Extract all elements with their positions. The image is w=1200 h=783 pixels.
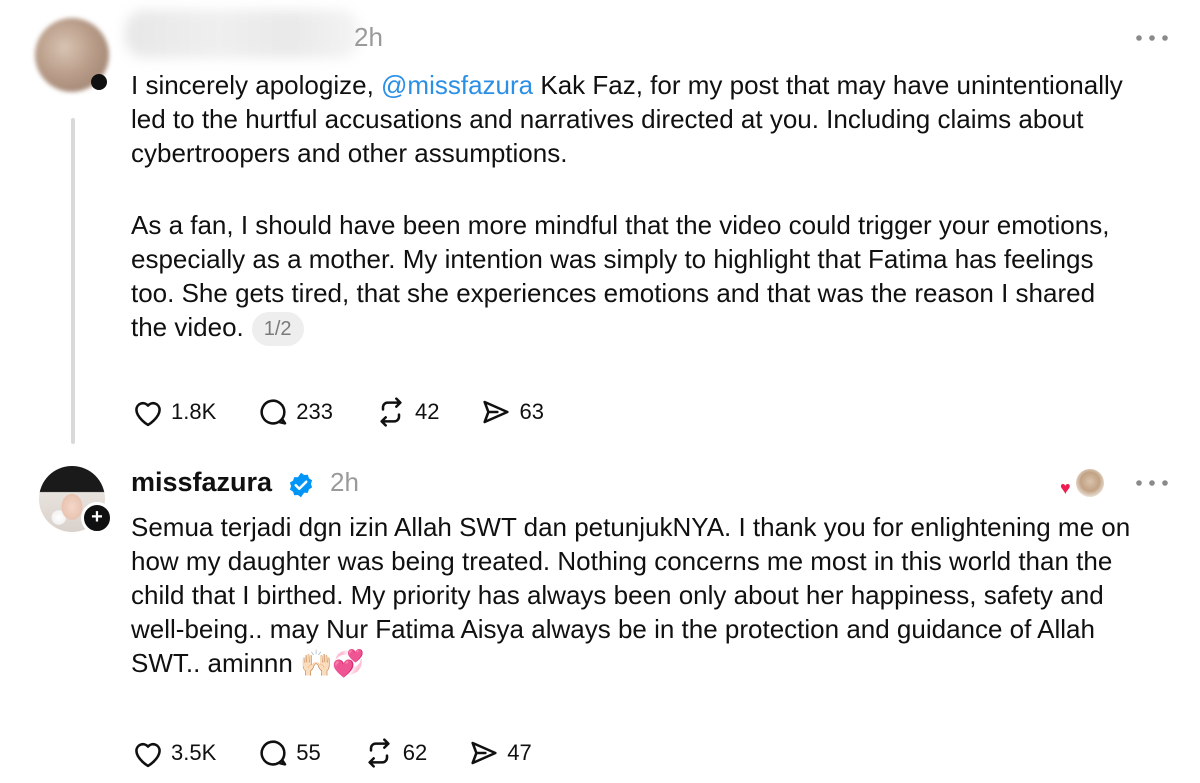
author-avatar-2[interactable]: + <box>39 466 113 534</box>
reply-button[interactable]: 55 <box>256 737 321 769</box>
author-username[interactable]: missfazura <box>131 467 272 498</box>
post-2: + missfazura 2h ♥ Semua terjadi dgn izin… <box>0 0 1200 783</box>
share-button[interactable]: 47 <box>467 737 532 769</box>
repost-icon <box>368 738 390 768</box>
share-count: 47 <box>507 740 532 765</box>
verified-icon <box>289 472 313 498</box>
follow-plus-icon[interactable]: + <box>81 502 113 534</box>
liker-avatar <box>1074 467 1106 499</box>
reply-count: 55 <box>296 740 321 765</box>
share-icon <box>471 741 497 765</box>
post-text-paragraph: Semua terjadi dgn izin Allah SWT dan pet… <box>131 510 1131 680</box>
action-bar: 3.5K 55 62 47 <box>131 736 572 770</box>
more-icon[interactable] <box>1134 478 1170 488</box>
like-button[interactable]: 3.5K <box>131 738 216 768</box>
like-count: 3.5K <box>171 740 217 765</box>
heart-badge-icon: ♥ <box>1060 478 1071 498</box>
post-text: Semua terjadi dgn izin Allah SWT dan pet… <box>131 512 1131 678</box>
heart-icon <box>135 742 161 768</box>
liked-by-indicator[interactable]: ♥ <box>1060 467 1106 499</box>
post-time: 2h <box>330 467 359 497</box>
emoji: 🙌🏻💞 <box>300 648 365 678</box>
repost-count: 62 <box>402 740 428 765</box>
repost-button[interactable]: 62 <box>361 737 427 769</box>
comment-icon <box>260 740 287 766</box>
